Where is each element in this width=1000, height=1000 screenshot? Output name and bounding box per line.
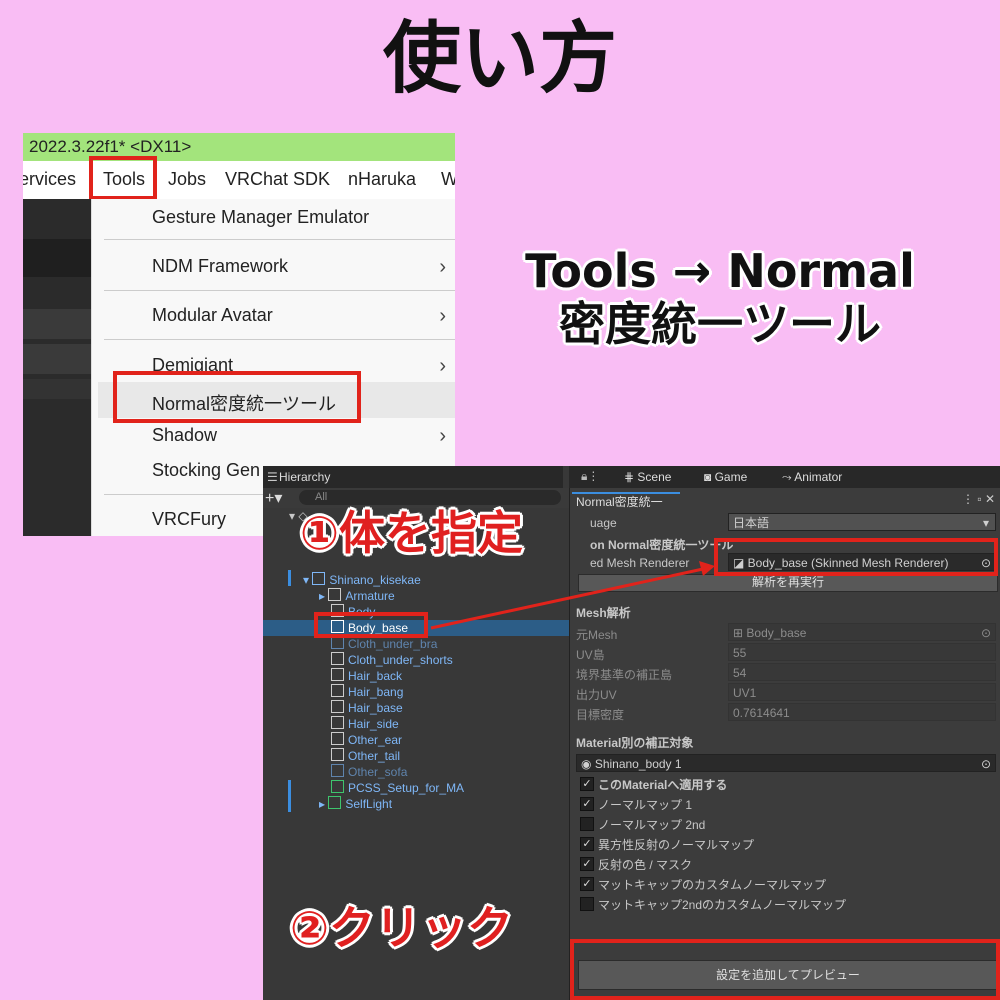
menu-window[interactable]: W: [441, 169, 455, 190]
page-title: 使い方: [382, 14, 617, 104]
menu-jobs[interactable]: Jobs: [168, 169, 206, 190]
step-2-label: ②クリック: [290, 901, 513, 955]
window-title-bar: 2022.3.22f1* <DX11>: [23, 133, 455, 161]
normal-tool-highlight-box: [113, 371, 361, 423]
menu-item-ndm-framework[interactable]: NDM Framework: [152, 256, 288, 277]
menu-vrchat-sdk[interactable]: VRChat SDK: [225, 169, 330, 190]
menu-bar: ervices Tools Jobs VRChat SDK nHaruka W: [23, 161, 455, 199]
caption-line-2: 密度統一ツール: [559, 296, 881, 351]
menu-item-shadow[interactable]: Shadow: [152, 425, 217, 446]
tools-highlight-box: [89, 156, 157, 200]
caption-line-1: Tools → Normal: [525, 244, 915, 298]
editor-background: [23, 199, 91, 536]
chevron-right-icon: ›: [439, 256, 446, 278]
step-1-label: ①体を指定: [300, 506, 523, 560]
menu-nharuka[interactable]: nHaruka: [348, 169, 416, 190]
instruction-caption: Tools → Normal 密度統一ツール: [480, 245, 960, 351]
chevron-right-icon: ›: [439, 425, 446, 447]
menu-item-modular-avatar[interactable]: Modular Avatar: [152, 305, 273, 326]
menu-item-gesture-manager[interactable]: Gesture Manager Emulator: [152, 207, 369, 228]
chevron-right-icon: ›: [439, 305, 446, 327]
menu-item-vrcfury[interactable]: VRCFury: [152, 509, 226, 530]
menu-item-stocking-gen[interactable]: Stocking Gen: [152, 460, 260, 481]
chevron-right-icon: ›: [439, 355, 446, 377]
menu-services[interactable]: ervices: [23, 169, 76, 190]
